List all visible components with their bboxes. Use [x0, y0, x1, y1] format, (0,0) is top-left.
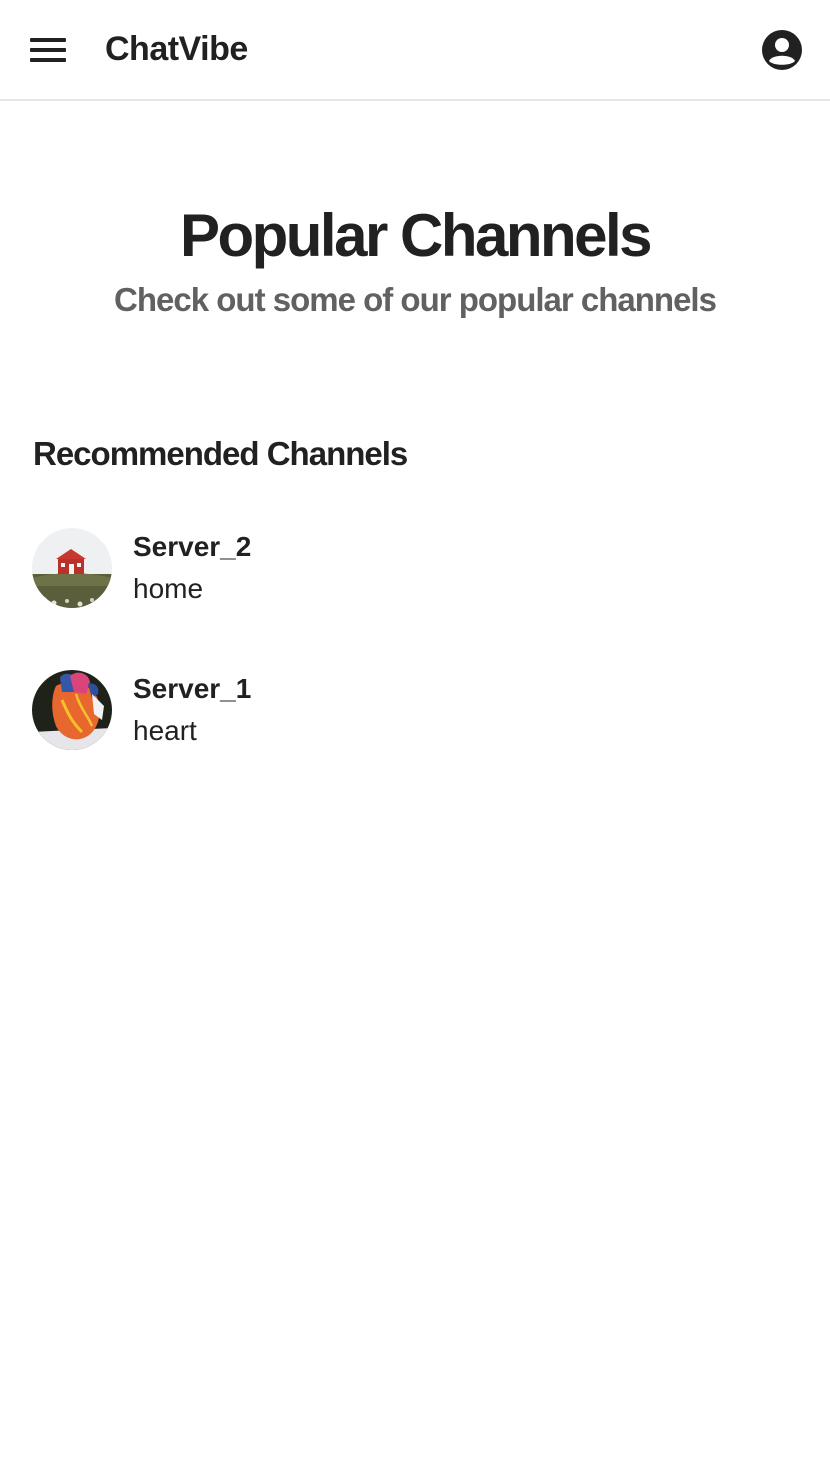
- menu-line: [30, 38, 66, 42]
- section-heading-recommended: Recommended Channels: [33, 435, 408, 472]
- channel-avatar-house: [32, 528, 112, 608]
- app-title[interactable]: ChatVibe: [105, 29, 248, 69]
- channel-name: Server_1: [133, 673, 252, 704]
- channel-topic: home: [133, 573, 204, 604]
- menu-line: [30, 48, 66, 52]
- app-bar: ChatVibe: [0, 0, 830, 101]
- menu-line: [30, 58, 66, 62]
- channel-topic: heart: [133, 715, 197, 746]
- page-subtitle: Check out some of our popular channels: [114, 281, 717, 318]
- hamburger-menu-icon[interactable]: [30, 38, 66, 62]
- channel-list-item[interactable]: Server_1 heart: [32, 670, 532, 750]
- channel-name: Server_2: [133, 531, 252, 562]
- channel-avatar-heart: [32, 670, 112, 750]
- page-title: Popular Channels: [179, 202, 653, 269]
- channel-list-item[interactable]: Server_2 home: [32, 528, 532, 608]
- account-circle-icon[interactable]: [762, 30, 802, 70]
